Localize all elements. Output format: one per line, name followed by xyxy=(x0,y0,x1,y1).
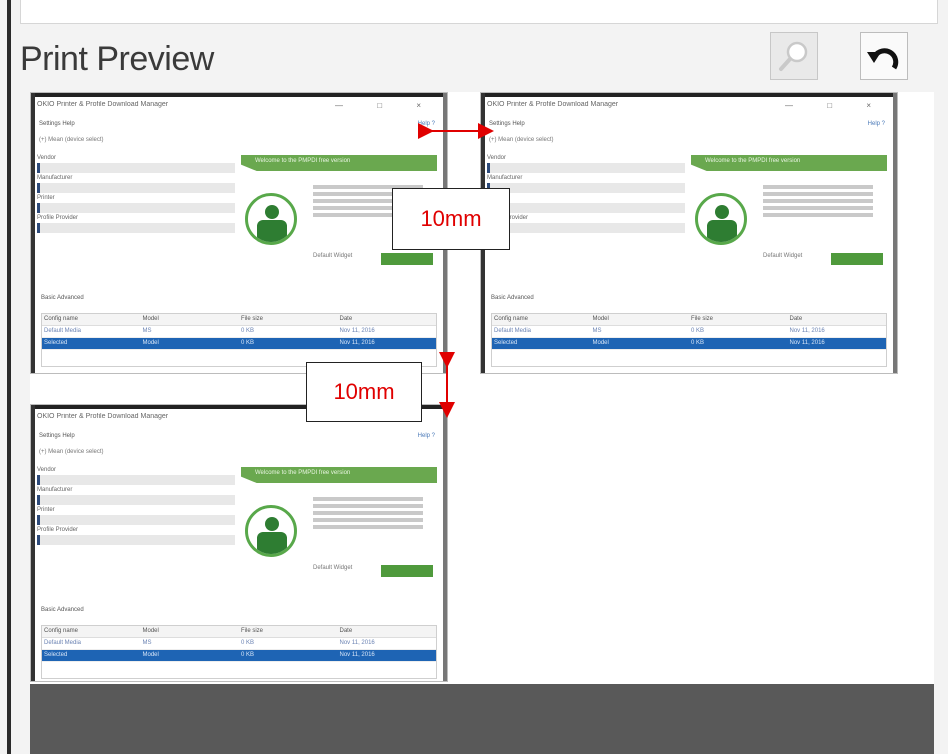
dimension-arrows xyxy=(418,123,494,418)
horizontal-gap-label: 10mm xyxy=(392,188,510,250)
vertical-gap-label: 10mm xyxy=(306,362,422,422)
print-preview-window: Print Preview OKIO Printer & Profile Dow… xyxy=(0,0,948,754)
